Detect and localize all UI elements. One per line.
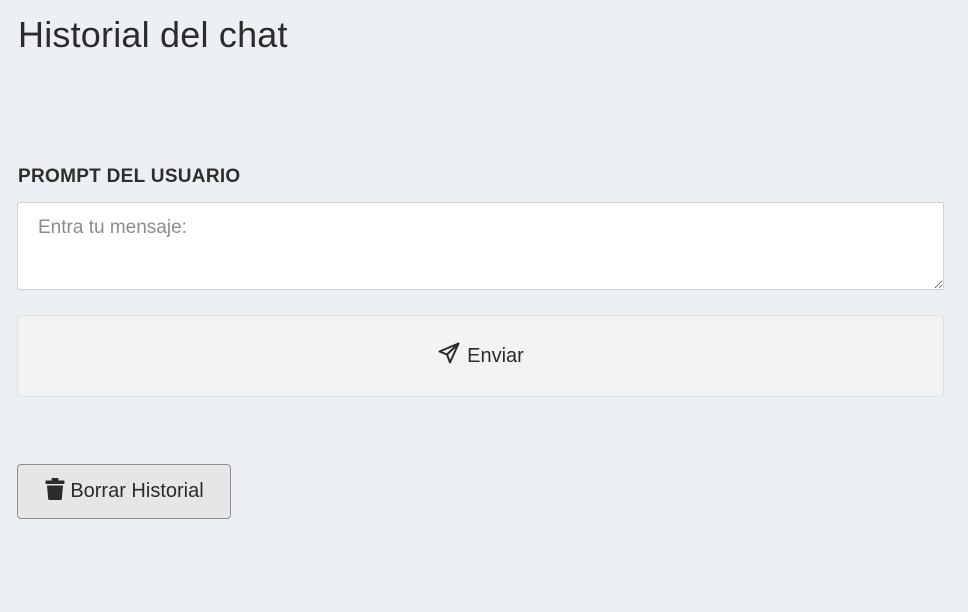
send-button[interactable]: Enviar	[17, 315, 944, 397]
trash-icon	[44, 477, 66, 507]
clear-history-button[interactable]: Borrar Historial	[17, 464, 231, 519]
clear-history-label: Borrar Historial	[70, 480, 204, 502]
paper-plane-icon	[437, 341, 461, 371]
prompt-label: PROMPT DEL USUARIO	[18, 166, 241, 187]
page-title: Historial del chat	[18, 14, 288, 55]
send-button-label: Enviar	[467, 344, 524, 367]
chat-page: Historial del chat PROMPT DEL USUARIO En…	[0, 0, 968, 612]
prompt-input[interactable]	[17, 202, 944, 290]
